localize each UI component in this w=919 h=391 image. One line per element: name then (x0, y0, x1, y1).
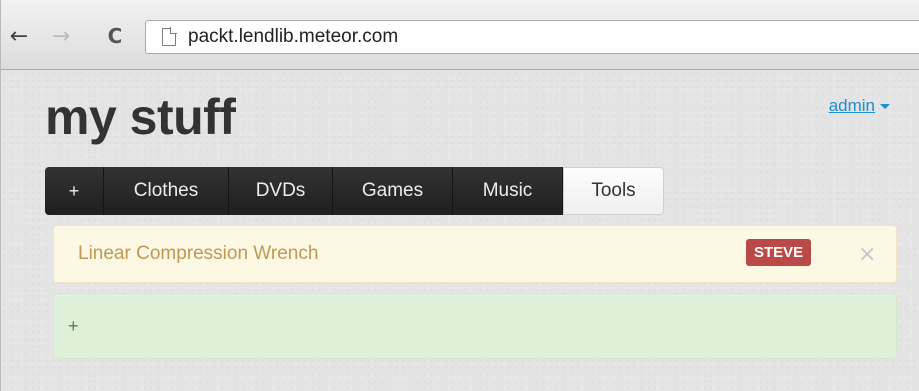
browser-toolbar: ← → C packt.lendlib.meteor.com (1, 0, 919, 70)
owner-badge[interactable]: STEVE (746, 239, 812, 266)
reload-icon[interactable]: C (101, 22, 129, 50)
tab-tools[interactable]: Tools (563, 167, 664, 215)
forward-arrow-icon[interactable]: → (47, 22, 75, 50)
item-name[interactable]: Linear Compression Wrench (78, 243, 318, 265)
page-content: my stuff admin + Clothes DVDs Games Musi… (1, 70, 919, 391)
tab-games[interactable]: Games (333, 167, 453, 215)
page-title: my stuff (45, 89, 236, 145)
chevron-down-icon (880, 103, 890, 109)
url-text[interactable]: packt.lendlib.meteor.com (188, 26, 398, 48)
add-item-row[interactable]: + (53, 293, 897, 359)
close-icon[interactable]: × (858, 242, 876, 267)
browser-window: ← → C packt.lendlib.meteor.com my stuff … (0, 0, 919, 391)
list-item[interactable]: Linear Compression Wrench STEVE × (53, 225, 897, 283)
tab-music[interactable]: Music (453, 167, 563, 215)
user-menu[interactable]: admin (829, 96, 890, 116)
add-item-button[interactable]: + (68, 316, 79, 337)
back-arrow-icon[interactable]: ← (5, 22, 33, 50)
address-bar[interactable]: packt.lendlib.meteor.com (145, 20, 919, 54)
page-icon (162, 27, 177, 46)
tab-clothes[interactable]: Clothes (104, 167, 229, 215)
user-menu-label[interactable]: admin (829, 96, 875, 116)
tab-add-category[interactable]: + (45, 167, 104, 215)
category-tabs: + Clothes DVDs Games Music Tools (45, 167, 664, 215)
tab-dvds[interactable]: DVDs (229, 167, 333, 215)
